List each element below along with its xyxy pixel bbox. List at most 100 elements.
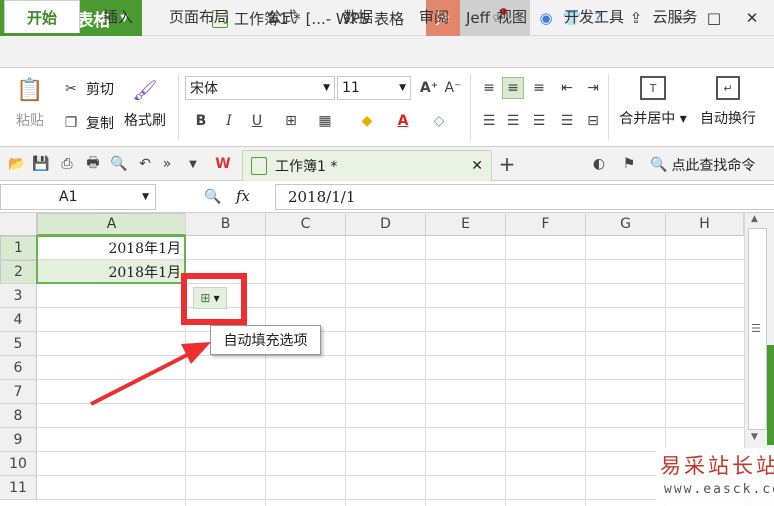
formula-input[interactable]: 2018/1/1 <box>275 184 774 210</box>
tab-view[interactable]: 视图 <box>484 0 540 32</box>
copy-icon: ❐ <box>64 115 78 131</box>
borders-icon[interactable]: ⊞ <box>280 110 302 132</box>
indent-increase-icon[interactable]: ⇥ <box>582 77 604 99</box>
gridline <box>37 427 744 428</box>
column-header-e[interactable]: E <box>426 213 506 236</box>
underline-icon[interactable]: U <box>246 110 268 132</box>
align-middle-icon[interactable]: ≡ <box>502 77 524 99</box>
format-painter-label: 格式刷 <box>124 113 166 129</box>
font-size-select[interactable]: 11 ▼ <box>337 76 411 100</box>
comment-icon[interactable]: ⚑ <box>618 153 640 175</box>
print-icon[interactable]: 🖶 <box>82 153 104 175</box>
print-preview-icon[interactable]: 🔍 <box>108 153 130 175</box>
toggle-icon[interactable]: ◐ <box>588 153 610 175</box>
column-header-c[interactable]: C <box>266 213 346 236</box>
tab-page-layout[interactable]: 页面布局 <box>160 0 238 32</box>
format-painter-button[interactable]: 🖌 格式刷 <box>122 76 168 138</box>
gridline <box>37 307 744 308</box>
wps-logo-icon[interactable]: W <box>212 153 234 175</box>
row-header-11[interactable]: 11 <box>0 476 37 500</box>
row-header-7[interactable]: 7 <box>0 380 37 404</box>
wrap-text-label: 自动换行 <box>700 111 756 127</box>
merge-icon: T <box>640 76 666 100</box>
side-panel-handle[interactable] <box>767 345 774 445</box>
row-header-6[interactable]: 6 <box>0 356 37 380</box>
tab-formulas[interactable]: 公式 <box>254 0 310 32</box>
close-icon[interactable]: ✕ <box>740 6 764 30</box>
copy-button[interactable]: ❐ 复制 <box>60 112 114 134</box>
scroll-up-icon[interactable]: ▲ <box>751 214 758 224</box>
tab-home[interactable]: 开始 <box>4 0 80 33</box>
gridline <box>37 475 744 476</box>
justify-icon[interactable]: ☰ <box>556 110 578 132</box>
font-color-icon[interactable]: A <box>392 110 414 132</box>
indent-decrease-icon[interactable]: ⇤ <box>556 77 578 99</box>
gridline <box>37 499 744 500</box>
row-header-10[interactable]: 10 <box>0 452 37 476</box>
open-folder-icon[interactable]: 📂 <box>6 153 28 175</box>
increase-font-icon[interactable]: A⁺ <box>418 77 440 99</box>
align-top-icon[interactable]: ≡ <box>478 77 500 99</box>
tab-review[interactable]: 审阅 <box>406 0 462 32</box>
column-header-a[interactable]: A <box>37 213 186 236</box>
export-icon[interactable]: ⎙ <box>56 153 78 175</box>
column-header-d[interactable]: D <box>346 213 426 236</box>
column-header-b[interactable]: B <box>186 213 266 236</box>
gridline <box>585 236 586 506</box>
undo-icon[interactable]: ↶ <box>134 153 156 175</box>
merge-center-button[interactable]: T 合并居中 ▾ <box>616 76 690 138</box>
wrap-text-button[interactable]: ↵ 自动换行 <box>696 76 760 138</box>
zoom-search-icon[interactable]: 🔍 <box>202 186 224 208</box>
ribbon-tab-bar <box>0 36 774 68</box>
autofill-tooltip: 自动填充选项 <box>210 325 321 355</box>
row-header-8[interactable]: 8 <box>0 404 37 428</box>
more-icon[interactable]: » <box>156 153 178 175</box>
name-box[interactable]: A1 ▼ <box>0 184 156 210</box>
tab-data[interactable]: 数据 <box>330 0 386 32</box>
row-header-9[interactable]: 9 <box>0 428 37 452</box>
gridline <box>505 236 506 506</box>
tab-insert[interactable]: 插入 <box>90 0 146 32</box>
tab-developer[interactable]: 开发工具 <box>556 0 632 32</box>
cut-button[interactable]: ✂ 剪切 <box>60 78 114 100</box>
new-tab-icon[interactable]: + <box>496 152 518 176</box>
select-all-corner[interactable] <box>0 213 37 236</box>
annotation-arrow-head <box>181 342 211 364</box>
column-header-f[interactable]: F <box>506 213 586 236</box>
fill-color-icon[interactable]: ◆ <box>356 110 378 132</box>
chevron-down-icon[interactable]: ▼ <box>182 153 204 175</box>
align-left-icon[interactable]: ☰ <box>478 110 500 132</box>
row-header-5[interactable]: 5 <box>0 332 37 356</box>
paste-button[interactable]: 📋 粘贴 <box>10 76 50 138</box>
divider <box>178 74 179 140</box>
annotation-arrow <box>90 342 211 406</box>
row-header-1[interactable]: 1 <box>0 236 37 260</box>
align-bottom-icon[interactable]: ≡ <box>528 77 550 99</box>
tab-cloud-service[interactable]: 云服务 <box>644 0 706 32</box>
column-header-g[interactable]: G <box>586 213 666 236</box>
decrease-font-icon[interactable]: A⁻ <box>442 77 464 99</box>
scroll-down-icon[interactable]: ▼ <box>751 432 758 442</box>
clear-format-icon[interactable]: ◇ <box>428 110 450 132</box>
annotation-arrow-shaft <box>90 352 190 406</box>
align-right-icon[interactable]: ☰ <box>528 110 550 132</box>
italic-icon[interactable]: I <box>218 110 240 132</box>
row-header-2[interactable]: 2 <box>0 260 37 284</box>
cell-a2[interactable]: 2018年1月 <box>37 260 185 284</box>
close-icon[interactable]: ✕ <box>471 158 483 174</box>
command-search[interactable]: 🔍 点此查找命令 <box>650 155 755 175</box>
save-icon[interactable]: 💾 <box>30 153 52 175</box>
font-name-select[interactable]: 宋体 ▼ <box>185 76 335 100</box>
copy-label: 复制 <box>86 116 114 132</box>
cell-a1[interactable]: 2018年1月 <box>37 236 185 260</box>
cell-style-icon[interactable]: ▦ <box>314 110 336 132</box>
row-header-4[interactable]: 4 <box>0 308 37 332</box>
column-header-h[interactable]: H <box>666 213 744 236</box>
distributed-icon[interactable]: ⊟ <box>582 110 604 132</box>
gridline <box>425 236 426 506</box>
fx-button[interactable]: fx <box>236 187 250 205</box>
document-tab[interactable]: 工作簿1 * ✕ <box>242 150 492 181</box>
bold-icon[interactable]: B <box>190 110 212 132</box>
row-header-3[interactable]: 3 <box>0 284 37 308</box>
align-center-icon[interactable]: ☰ <box>502 110 524 132</box>
